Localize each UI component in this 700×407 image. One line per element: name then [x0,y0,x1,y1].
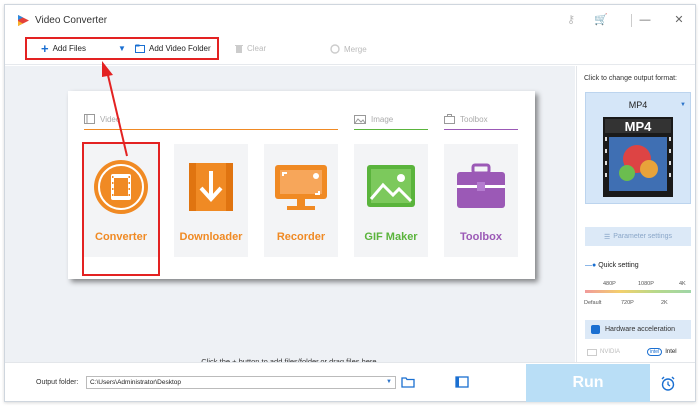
output-format-name: MP4 [628,100,648,110]
nvidia-label: NVIDIA [600,349,621,355]
section-image-label: Image [371,114,394,124]
quality-720p: 720P [621,300,634,306]
tile-recorder-label: Recorder [276,231,326,243]
parameter-settings-button[interactable]: ☰ Parameter settings [585,227,691,246]
tile-downloader-label: Downloader [179,231,243,243]
sliders-icon: ☰ [603,233,611,241]
nvidia-option[interactable]: NVIDIA [587,344,620,360]
output-folder-label: Output folder: [36,379,79,386]
quality-1080p: 1080P [638,281,654,287]
output-folder-field[interactable]: C:\Users\Administrator\Desktop ▼ [86,376,396,389]
image-icon [367,165,415,207]
app-logo-icon [18,15,29,26]
screen-record-icon [275,165,327,210]
section-toolbox-underline [444,129,518,130]
section-image: Image [354,111,393,127]
cart-icon[interactable]: 🛒 [593,13,609,27]
output-format-selector[interactable]: MP4 ▼ MP4 [585,92,691,204]
tile-toolbox-label: Toolbox [460,231,502,243]
chip-icon [591,325,600,334]
tile-toolbox[interactable]: Toolbox [444,144,518,257]
output-format-caption: Click to change output format: [584,75,677,82]
intel-label: Intel [665,349,677,355]
trash-icon [235,45,243,53]
section-image-underline [354,129,428,130]
quality-4k: 4K [679,281,686,287]
tile-gif-maker[interactable]: GIF Maker [354,144,428,257]
quick-setting-text: Quick setting [598,262,639,269]
tile-gif-maker-label: GIF Maker [364,231,418,243]
toolbox-section-icon [444,114,455,124]
section-toolbox: Toolbox [444,111,488,127]
merge-icon [330,44,340,54]
format-dropdown-icon: ▼ [680,102,686,108]
annotation-arrow [102,61,128,157]
main-drop-area[interactable]: Video Image Toolbox Converter Downloader… [5,61,575,366]
quick-setting-icon: —● [585,262,597,269]
output-settings-panel: Click to change output format: MP4 ▼ MP4… [576,66,695,362]
quality-480p: 480P [603,281,616,287]
close-icon[interactable]: ✕ [671,13,687,27]
image-section-icon [354,114,366,124]
run-button[interactable]: Run [526,364,650,402]
app-title: Video Converter [35,15,108,26]
output-preview-icon[interactable] [455,376,469,388]
quality-slider[interactable] [585,290,691,293]
titlebar-divider [631,14,632,27]
app-window: Video Converter ⚷ 🛒 — ✕ + Add Files ▼ Ad… [4,4,696,402]
toolbox-icon [457,163,505,208]
key-icon[interactable]: ⚷ [563,13,579,27]
open-folder-icon[interactable] [401,376,415,388]
hardware-acceleration-button[interactable]: Hardware acceleration [585,320,691,339]
hardware-acceleration-label: Hardware acceleration [605,326,676,333]
quality-default: Default [584,300,602,306]
nvidia-logo-icon [587,348,597,356]
clear-label: Clear [247,44,267,53]
quality-2k: 2K [661,300,668,306]
merge-button[interactable]: Merge [330,44,367,54]
quick-setting-label: —● Quick setting [585,262,639,269]
alarm-clock-icon[interactable] [660,376,676,391]
section-toolbox-label: Toolbox [460,114,488,124]
merge-label: Merge [344,44,367,54]
output-folder-dropdown-icon[interactable]: ▼ [386,377,392,388]
bottom-bar: Output folder: C:\Users\Administrator\De… [5,362,695,402]
output-folder-path: C:\Users\Administrator\Desktop [90,379,182,386]
download-icon [189,163,233,211]
intel-logo-icon: intel [647,348,663,356]
mp4-thumbnail-text: MP4 [624,119,652,134]
clear-button[interactable]: Clear [235,44,266,53]
minimize-icon[interactable]: — [637,13,653,27]
parameter-settings-label: Parameter settings [613,233,673,240]
intel-option[interactable]: intel Intel [647,344,677,360]
tile-recorder[interactable]: Recorder [264,144,338,257]
